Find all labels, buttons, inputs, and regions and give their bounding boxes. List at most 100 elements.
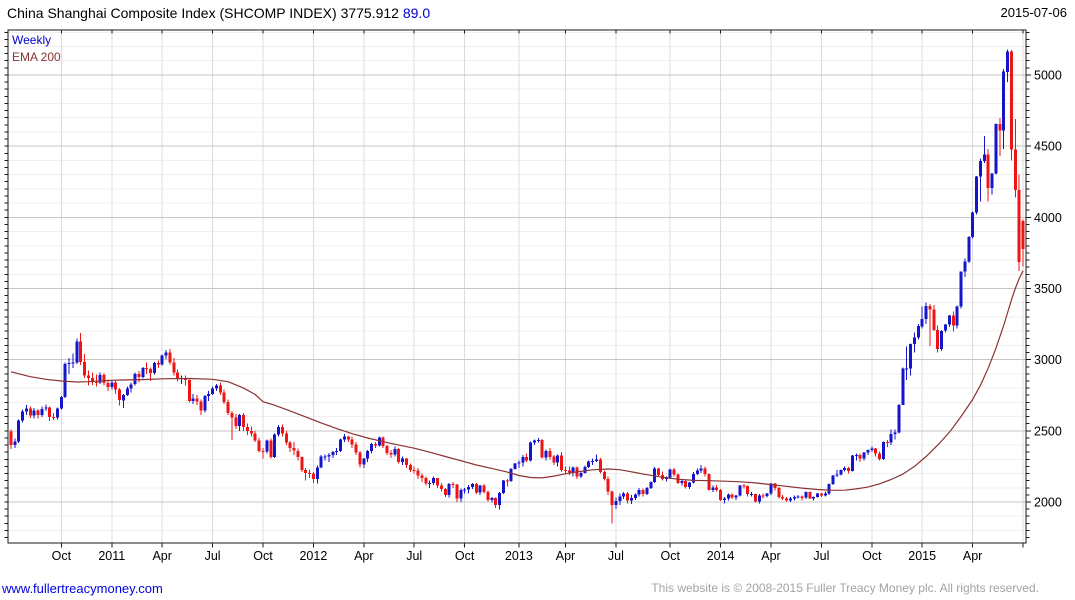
candle-body (773, 483, 777, 489)
candle-body (994, 123, 998, 174)
candle-body (28, 408, 32, 416)
candle-body (1017, 189, 1021, 262)
legend-timeframe: Weekly (12, 33, 52, 47)
candle-body (447, 483, 451, 496)
candle-body (350, 439, 354, 445)
candle-body (172, 362, 176, 373)
x-axis-label: 2015 (908, 549, 936, 563)
candle-body (602, 472, 606, 479)
candle-body (215, 385, 218, 389)
candle-body (517, 462, 521, 464)
candle-body (796, 496, 800, 498)
candle-body (32, 410, 36, 416)
candle-body (959, 271, 963, 307)
candle-body (137, 374, 141, 377)
candle-body (808, 492, 812, 499)
x-axis-label: Jul (813, 549, 829, 563)
candle-body (455, 484, 459, 499)
grid-vertical (60, 30, 1024, 543)
candle-body (133, 374, 137, 385)
candle-body (288, 442, 292, 448)
x-axis-label: Jul (406, 549, 422, 563)
candle-body (812, 496, 816, 499)
candle-body (614, 501, 618, 505)
candle-body (129, 384, 133, 389)
candle-body (211, 388, 215, 394)
candle-body (1009, 51, 1013, 150)
candle-body (300, 457, 304, 470)
candle-body (699, 468, 703, 471)
candle-body (707, 474, 711, 490)
candle-body (226, 401, 230, 413)
candle-body (443, 488, 447, 496)
candle-body (781, 496, 785, 499)
x-axis-label: Jul (608, 549, 624, 563)
candle-body (804, 492, 808, 498)
candle-body (311, 473, 315, 479)
candle-body (703, 468, 707, 475)
y-axis-label: 3000 (1034, 353, 1062, 367)
candle-body (742, 485, 746, 487)
candle-body (474, 483, 478, 493)
candle-body (951, 315, 955, 326)
candle-body (936, 329, 940, 349)
candle-body (1021, 220, 1025, 250)
x-axis-label: 2012 (299, 549, 327, 563)
y-axis-label: 2500 (1034, 424, 1062, 438)
candle-body (331, 452, 335, 455)
candle-body (874, 448, 878, 454)
candle-body (847, 467, 851, 472)
website-link[interactable]: www.fullertreacymoney.com (2, 581, 163, 596)
candle-body (618, 496, 622, 502)
candle-body (160, 355, 164, 365)
candle-body (114, 382, 118, 390)
candle-body (121, 395, 125, 401)
plot-border (7, 29, 1027, 544)
candle-body (587, 461, 591, 467)
candle-body (168, 352, 172, 363)
x-axis-label: Apr (556, 549, 575, 563)
candle-body (304, 470, 308, 473)
candle-body (21, 411, 25, 421)
x-axis-label: Apr (152, 549, 171, 563)
x-axis-label: Jul (205, 549, 221, 563)
candle-body (63, 363, 67, 397)
candle-body (292, 447, 296, 451)
candle-body (823, 493, 827, 496)
candle-body (978, 161, 982, 177)
candle-body (591, 461, 595, 462)
candle-body (187, 379, 191, 401)
candle-body (831, 475, 835, 485)
candle-body (835, 474, 839, 476)
candle-body (649, 482, 653, 489)
candle-body (552, 456, 556, 463)
candle-body (141, 367, 145, 377)
candle-body (83, 361, 87, 376)
candle-body (234, 417, 238, 426)
candle-body (913, 337, 916, 345)
candle-body (730, 494, 734, 498)
candle-body (897, 404, 901, 433)
x-axis-label: Oct (660, 549, 680, 563)
candle-body (800, 496, 804, 498)
y-axis-label: 4000 (1034, 211, 1062, 225)
x-axis-label: 2011 (98, 549, 125, 563)
candle-body (544, 450, 548, 458)
candle-body (583, 466, 587, 473)
candle-body (273, 434, 277, 457)
candle-body (882, 442, 885, 459)
candle-body (145, 367, 149, 369)
candle-body (626, 493, 629, 501)
candle-body (901, 368, 905, 405)
candle-body (990, 173, 994, 188)
candle-body (560, 455, 564, 470)
candle-body (238, 414, 242, 426)
y-axis-label: 2000 (1034, 496, 1062, 510)
candle-body (940, 330, 944, 349)
candle-body (501, 480, 505, 494)
candle-body (715, 487, 719, 491)
candle-body (94, 382, 98, 384)
candle-body (13, 441, 17, 445)
candle-body (827, 484, 831, 494)
candle-body (564, 470, 567, 471)
